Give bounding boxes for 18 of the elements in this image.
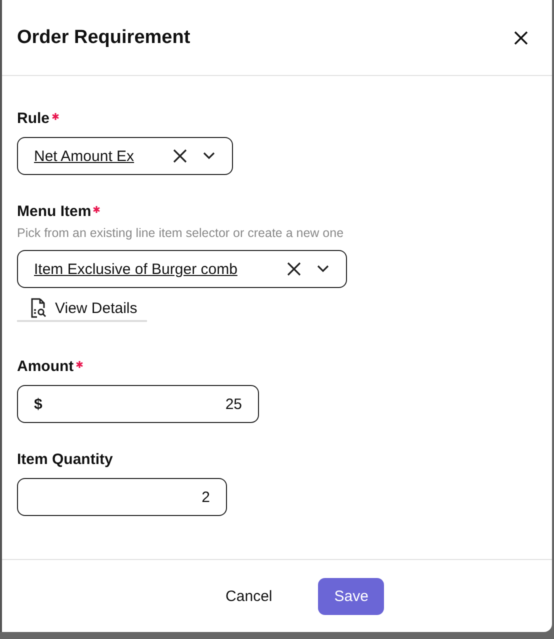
clear-icon[interactable] [286, 261, 302, 277]
select-field[interactable]: Net Amount Ex [17, 137, 233, 175]
cancel-button[interactable]: Cancel [210, 578, 288, 614]
clear-icon[interactable] [172, 148, 188, 164]
dialog-title: Order Requirement [17, 26, 190, 48]
chevron-down-icon[interactable] [202, 152, 216, 160]
select-field[interactable]: Item Exclusive of Burger comb [17, 250, 347, 288]
view-details-link[interactable]: View Details [17, 296, 148, 322]
chevron-down-icon[interactable] [316, 265, 330, 273]
save-button[interactable]: Save [318, 578, 384, 614]
field-label: Rule [17, 110, 50, 127]
input-field[interactable]: $ 25 [17, 385, 259, 423]
field-label: Item Quantity [17, 451, 113, 468]
hint-text: Pick from an existing line item selector or create a new one [17, 226, 345, 240]
field-label: Amount [17, 358, 74, 375]
document-search-icon [29, 298, 47, 318]
field-label: Menu Item [17, 203, 92, 220]
input-field[interactable]: 2 [17, 478, 227, 516]
